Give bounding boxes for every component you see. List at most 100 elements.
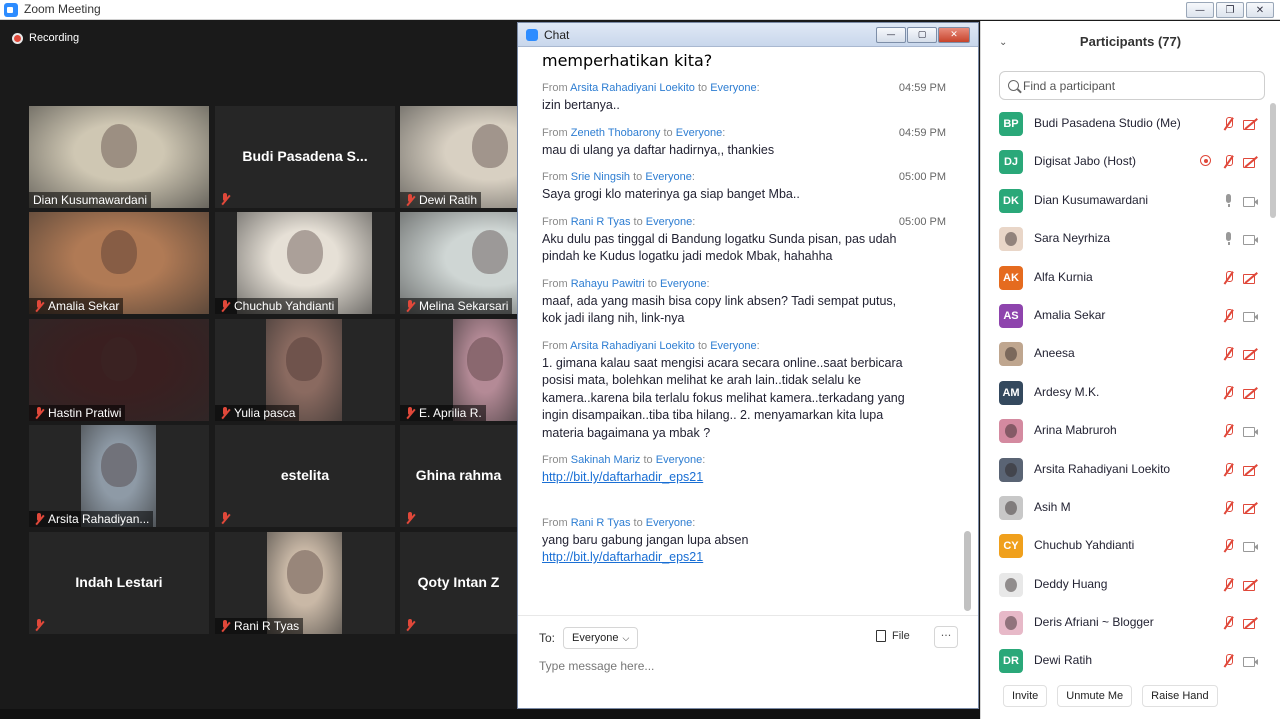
- video-tile[interactable]: Dian Kusumawardani: [29, 106, 209, 208]
- participant-row[interactable]: DJ Digisat Jabo (Host): [981, 143, 1271, 181]
- video-icon[interactable]: [1243, 539, 1258, 553]
- mic-muted-icon[interactable]: [1221, 308, 1235, 323]
- chat-title-bar[interactable]: Chat — ▢ ✕: [518, 23, 978, 47]
- mic-muted-icon[interactable]: [1221, 616, 1235, 630]
- unmute-me-button[interactable]: Unmute Me: [1057, 685, 1133, 707]
- participant-search-box[interactable]: [999, 71, 1265, 100]
- avatar: DK: [999, 188, 1023, 213]
- mic-muted-icon[interactable]: [1221, 462, 1235, 477]
- minimize-button[interactable]: —: [1186, 2, 1214, 18]
- video-tile[interactable]: Arsita Rahadiyan...: [29, 425, 209, 527]
- video-tile[interactable]: Indah Lestari: [29, 532, 209, 634]
- video-icon[interactable]: [1243, 309, 1258, 323]
- invite-button[interactable]: Invite: [1003, 685, 1048, 707]
- chat-scrollbar-thumb[interactable]: [964, 531, 971, 611]
- chat-close-button[interactable]: ✕: [938, 27, 970, 43]
- mic-icon[interactable]: [1221, 232, 1235, 246]
- video-tile[interactable]: Budi Pasadena S...: [215, 106, 395, 208]
- chat-message-link[interactable]: http://bit.ly/daftarhadir_eps21: [542, 469, 946, 487]
- chat-sender[interactable]: Rani R Tyas: [571, 216, 631, 228]
- more-options-button[interactable]: ···: [934, 626, 958, 648]
- chat-minimize-button[interactable]: —: [876, 27, 906, 43]
- video-tile[interactable]: Amalia Sekar: [29, 212, 209, 314]
- mic-muted-icon[interactable]: [1221, 654, 1235, 668]
- video-tile[interactable]: Hastin Pratiwi: [29, 319, 209, 421]
- to-word: to: [633, 215, 643, 228]
- chat-recipient: Everyone: [645, 171, 692, 183]
- participant-row[interactable]: Asih M: [981, 489, 1271, 527]
- mic-muted-icon[interactable]: [1221, 155, 1235, 169]
- participant-name: Deris Afriani ~ Blogger: [1034, 615, 1154, 630]
- participant-row[interactable]: Sara Neyrhiza: [981, 220, 1271, 258]
- participant-scrollbar-thumb[interactable]: [1270, 103, 1276, 218]
- chat-scrollbar[interactable]: [964, 49, 972, 611]
- recipient-dropdown[interactable]: Everyone ⌵: [563, 627, 639, 649]
- video-off-icon[interactable]: [1243, 501, 1257, 515]
- chat-sender[interactable]: Sakinah Mariz: [571, 454, 641, 466]
- file-button[interactable]: File: [876, 630, 910, 642]
- chat-message-text: izin bertanya..: [542, 98, 620, 112]
- video-off-icon[interactable]: [1243, 347, 1257, 361]
- video-tile[interactable]: Dewi Ratih: [400, 106, 517, 208]
- participant-name: Alfa Kurnia: [1034, 269, 1093, 284]
- video-off-icon[interactable]: [1243, 117, 1257, 131]
- mic-muted-icon[interactable]: [1221, 424, 1235, 438]
- video-off-icon[interactable]: [1243, 386, 1257, 400]
- video-tile[interactable]: Chuchub Yahdianti: [215, 212, 395, 314]
- chat-message: From Arsita Rahadiyani Loekito to Everyo…: [542, 82, 946, 115]
- participant-row[interactable]: Deddy Huang: [981, 566, 1271, 604]
- video-icon[interactable]: [1243, 654, 1258, 668]
- participant-row[interactable]: AS Amalia Sekar: [981, 297, 1271, 335]
- video-icon[interactable]: [1243, 194, 1258, 208]
- participant-row[interactable]: CY Chuchub Yahdianti: [981, 527, 1271, 565]
- video-tile[interactable]: Rani R Tyas: [215, 532, 395, 634]
- participant-row[interactable]: Deris Afriani ~ Blogger: [981, 604, 1271, 642]
- participant-row[interactable]: DK Dian Kusumawardani: [981, 182, 1271, 220]
- participant-row[interactable]: Aneesa: [981, 335, 1271, 373]
- mic-muted-icon[interactable]: [1221, 270, 1235, 285]
- video-tile[interactable]: Melina Sekarsari: [400, 212, 517, 314]
- mic-muted-icon[interactable]: [1221, 347, 1235, 361]
- video-tile[interactable]: Ghina rahma: [400, 425, 517, 527]
- mic-muted-icon[interactable]: [1221, 577, 1235, 592]
- participant-row[interactable]: BP Budi Pasadena Studio (Me): [981, 105, 1271, 143]
- participant-row[interactable]: Arsita Rahadiyani Loekito: [981, 451, 1271, 489]
- mic-muted-icon[interactable]: [1221, 385, 1235, 400]
- video-icon[interactable]: [1243, 232, 1258, 246]
- chat-sender[interactable]: Zeneth Thobarony: [571, 127, 661, 139]
- chat-message-list[interactable]: memperhatikan kita? From Arsita Rahadiya…: [518, 47, 970, 613]
- video-off-icon[interactable]: [1243, 616, 1257, 630]
- mic-muted-icon[interactable]: [1221, 500, 1235, 515]
- participant-search-input[interactable]: [1023, 78, 1253, 93]
- chat-sender[interactable]: Srie Ningsih: [571, 171, 630, 183]
- restore-button[interactable]: ❐: [1216, 2, 1244, 18]
- video-tile[interactable]: Yulia pasca: [215, 319, 395, 421]
- chat-message-link[interactable]: http://bit.ly/daftarhadir_eps21: [542, 549, 946, 567]
- video-icon[interactable]: [1243, 424, 1258, 438]
- video-off-icon[interactable]: [1243, 578, 1257, 592]
- participant-row[interactable]: DR Dewi Ratih: [981, 642, 1271, 675]
- chat-sender[interactable]: Arsita Rahadiyani Loekito: [570, 82, 695, 94]
- mic-muted-icon[interactable]: [1221, 539, 1235, 553]
- video-tile[interactable]: estelita: [215, 425, 395, 527]
- chat-maximize-button[interactable]: ▢: [907, 27, 937, 43]
- participant-row[interactable]: AM Ardesy M.K.: [981, 374, 1271, 412]
- chat-message-input[interactable]: [539, 656, 959, 676]
- recording-indicator[interactable]: Recording: [12, 32, 79, 44]
- video-off-icon[interactable]: [1243, 155, 1257, 169]
- raise-hand-button[interactable]: Raise Hand: [1142, 685, 1218, 707]
- chat-sender[interactable]: Rahayu Pawitri: [571, 278, 645, 290]
- video-off-icon[interactable]: [1243, 271, 1257, 285]
- video-off-icon[interactable]: [1243, 463, 1257, 477]
- video-tile[interactable]: Qoty Intan Z: [400, 532, 517, 634]
- mic-muted-icon[interactable]: [1221, 117, 1235, 131]
- participant-scrollbar[interactable]: [1270, 103, 1276, 683]
- mic-icon[interactable]: [1221, 193, 1235, 208]
- participant-row[interactable]: Arina Mabruroh: [981, 412, 1271, 450]
- participant-list[interactable]: BP Budi Pasadena Studio (Me) DJ Digisat Jab…: [981, 105, 1271, 675]
- participant-row[interactable]: AK Alfa Kurnia: [981, 259, 1271, 297]
- video-tile[interactable]: E. Aprilia R.: [400, 319, 517, 421]
- close-window-button[interactable]: ✕: [1246, 2, 1274, 18]
- chat-sender[interactable]: Arsita Rahadiyani Loekito: [570, 340, 695, 352]
- chat-sender[interactable]: Rani R Tyas: [571, 517, 631, 529]
